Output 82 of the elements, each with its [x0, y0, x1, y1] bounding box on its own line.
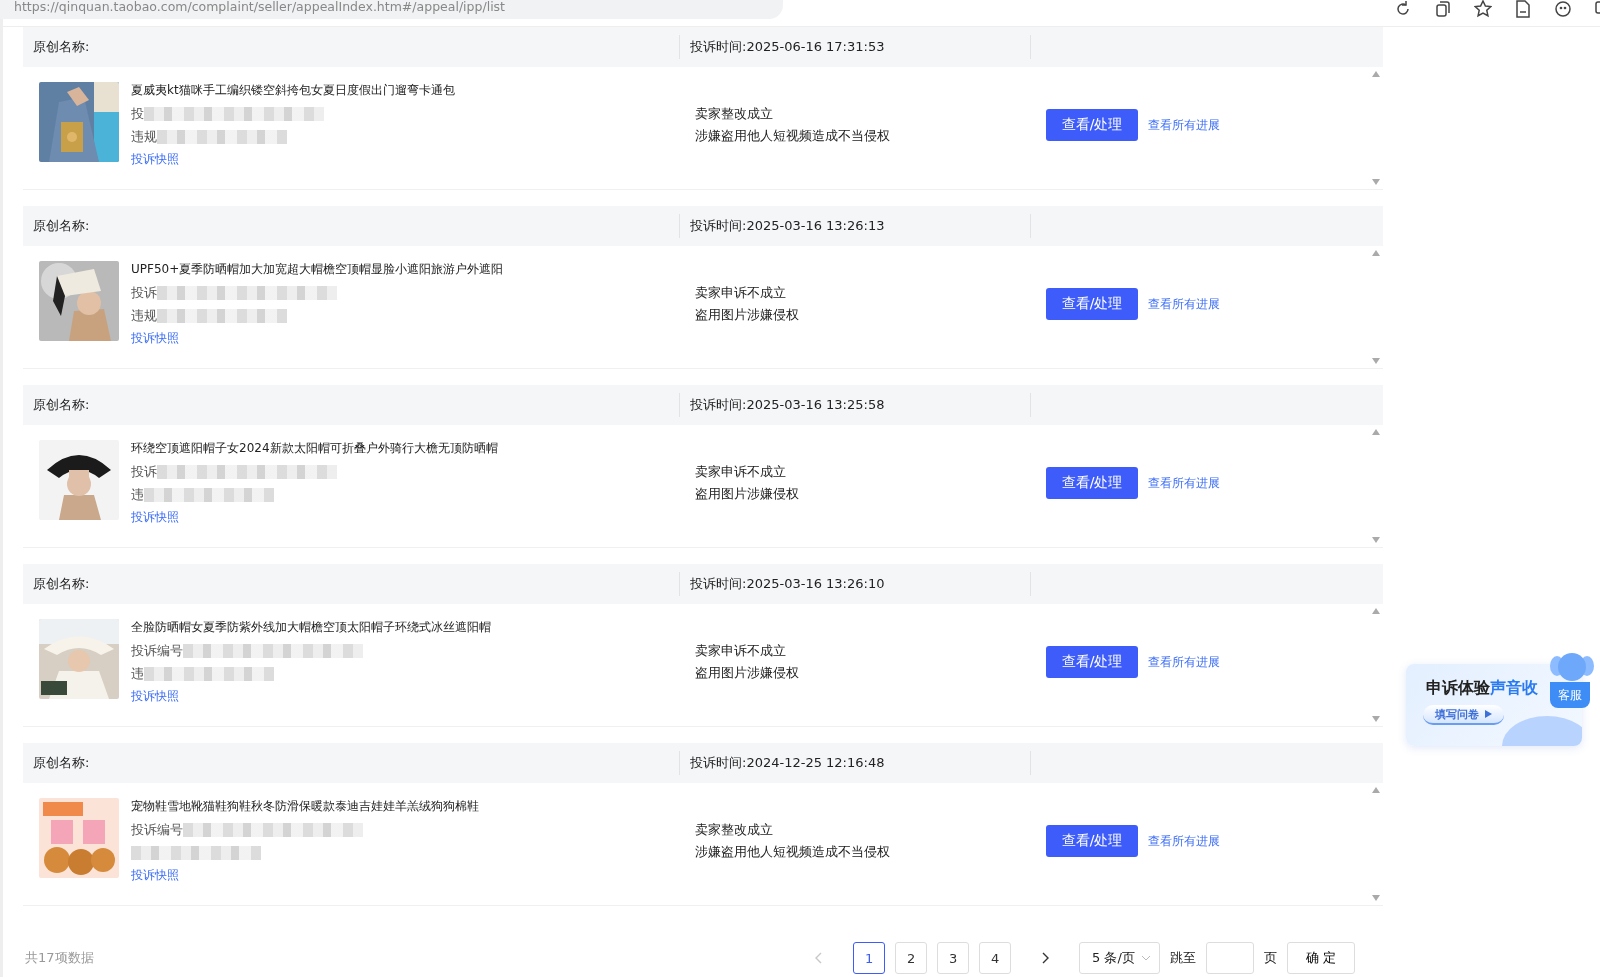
scroll-up-icon[interactable]	[1372, 250, 1380, 256]
field-label: 投诉编号	[131, 820, 183, 839]
complaint-time: 投诉时间:2024-12-25 12:16:48	[690, 754, 885, 772]
complaint-reason: 涉嫌盗用他人短视频造成不当侵权	[695, 843, 891, 861]
confirm-button[interactable]: 确 定	[1286, 942, 1355, 974]
page-button[interactable]: 4	[979, 942, 1012, 974]
complaint-reason: 涉嫌盗用他人短视频造成不当侵权	[695, 127, 891, 145]
snapshot-link[interactable]: 投诉快照	[131, 867, 479, 884]
scroll-down-icon[interactable]	[1372, 537, 1380, 543]
page-button[interactable]: 1	[853, 942, 886, 974]
field-label: 原创名称:	[33, 38, 90, 56]
copy-icon[interactable]	[1434, 0, 1452, 18]
complaint-reason: 盗用图片涉嫌侵权	[695, 664, 800, 682]
complaint-time: 投诉时间:2025-06-16 17:31:53	[690, 38, 885, 56]
complaint-reason: 盗用图片涉嫌侵权	[695, 485, 800, 503]
complaint-time: 投诉时间:2025-03-16 13:25:58	[690, 396, 885, 414]
scroll-up-icon[interactable]	[1372, 787, 1380, 793]
scroll-up-icon[interactable]	[1372, 608, 1380, 614]
progress-link[interactable]: 查看所有进展	[1148, 832, 1220, 850]
banner-title-accent: 声音收	[1490, 678, 1538, 697]
progress-link[interactable]: 查看所有进展	[1148, 116, 1220, 134]
play-icon	[1485, 710, 1492, 718]
elephant-icon	[1550, 652, 1594, 682]
total-count: 共17项数据	[25, 949, 94, 967]
complaint-status: 卖家申诉不成立	[695, 463, 787, 481]
snapshot-link[interactable]: 投诉快照	[131, 509, 498, 526]
field-label: 投诉	[131, 462, 157, 481]
customer-service-button[interactable]: 客服	[1550, 682, 1590, 708]
field-label: 违规	[131, 306, 157, 325]
complaint-time: 投诉时间:2025-03-16 13:26:13	[690, 217, 885, 235]
banner-title: 申诉体验	[1426, 678, 1490, 697]
refresh-icon[interactable]	[1394, 0, 1412, 18]
field-label: 投诉	[131, 283, 157, 302]
progress-link[interactable]: 查看所有进展	[1148, 653, 1220, 671]
jump-label: 跳至	[1169, 949, 1196, 967]
product-title: 环绕空顶遮阳帽子女2024新款太阳帽可折叠户外骑行大檐无顶防晒帽	[131, 440, 498, 457]
product-title: UPF50+夏季防晒帽加大加宽超大帽檐空顶帽显脸小遮阳旅游户外遮阳	[131, 261, 504, 278]
complaint-status: 卖家申诉不成立	[695, 284, 787, 302]
product-title: 宠物鞋雪地靴猫鞋狗鞋秋冬防滑保暖款泰迪吉娃娃羊羔绒狗狗棉鞋	[131, 798, 479, 815]
progress-link[interactable]: 查看所有进展	[1148, 295, 1220, 313]
face-icon[interactable]	[1554, 0, 1572, 18]
page-size-select[interactable]: 5 条/页	[1079, 942, 1160, 974]
field-label: 违	[131, 485, 144, 504]
scroll-down-icon[interactable]	[1372, 179, 1380, 185]
field-label: 原创名称:	[33, 217, 90, 235]
complaint-status: 卖家申诉不成立	[695, 642, 787, 660]
scroll-down-icon[interactable]	[1372, 895, 1380, 901]
view-handle-button[interactable]: 查看/处理	[1046, 467, 1138, 499]
caret-icon	[1140, 955, 1151, 961]
complaint-status: 卖家整改成立	[695, 105, 774, 123]
field-label: 原创名称:	[33, 754, 90, 772]
field-label: 原创名称:	[33, 396, 90, 414]
scroll-up-icon[interactable]	[1372, 71, 1380, 77]
field-label: 违规	[131, 127, 157, 146]
field-label: 原创名称:	[33, 575, 90, 593]
address-bar[interactable]: https://qinquan.taobao.com/complaint/seller/appealIndex.htm#/appeal/ipp/list	[0, 0, 783, 19]
scroll-up-icon[interactable]	[1372, 429, 1380, 435]
star-icon[interactable]	[1474, 0, 1492, 18]
survey-button[interactable]: 填写问卷	[1423, 705, 1504, 725]
snapshot-link[interactable]: 投诉快照	[131, 151, 455, 168]
view-handle-button[interactable]: 查看/处理	[1046, 825, 1138, 857]
view-handle-button[interactable]: 查看/处理	[1046, 109, 1138, 141]
product-title: 夏威夷kt猫咪手工编织镂空斜挎包女夏日度假出门遛弯卡通包	[131, 82, 455, 99]
field-label: 违	[131, 664, 144, 683]
complaint-time: 投诉时间:2025-03-16 13:26:10	[690, 575, 885, 593]
snapshot-link[interactable]: 投诉快照	[131, 330, 504, 347]
complaint-reason: 盗用图片涉嫌侵权	[695, 306, 800, 324]
complaint-status: 卖家整改成立	[695, 821, 774, 839]
page-unit: 页	[1263, 949, 1277, 967]
progress-link[interactable]: 查看所有进展	[1148, 474, 1220, 492]
document-icon[interactable]	[1514, 0, 1532, 18]
page-button[interactable]: 2	[895, 942, 928, 974]
field-label: 投	[131, 104, 144, 123]
scroll-down-icon[interactable]	[1372, 358, 1380, 364]
view-handle-button[interactable]: 查看/处理	[1046, 288, 1138, 320]
product-title: 全脸防晒帽女夏季防紫外线加大帽檐空顶太阳帽子环绕式冰丝遮阳帽	[131, 619, 491, 636]
view-handle-button[interactable]: 查看/处理	[1046, 646, 1138, 678]
page-button[interactable]: 3	[937, 942, 970, 974]
scroll-down-icon[interactable]	[1372, 716, 1380, 722]
field-label: 投诉编号	[131, 641, 183, 660]
page-input[interactable]	[1205, 942, 1254, 974]
snapshot-link[interactable]: 投诉快照	[131, 688, 491, 705]
